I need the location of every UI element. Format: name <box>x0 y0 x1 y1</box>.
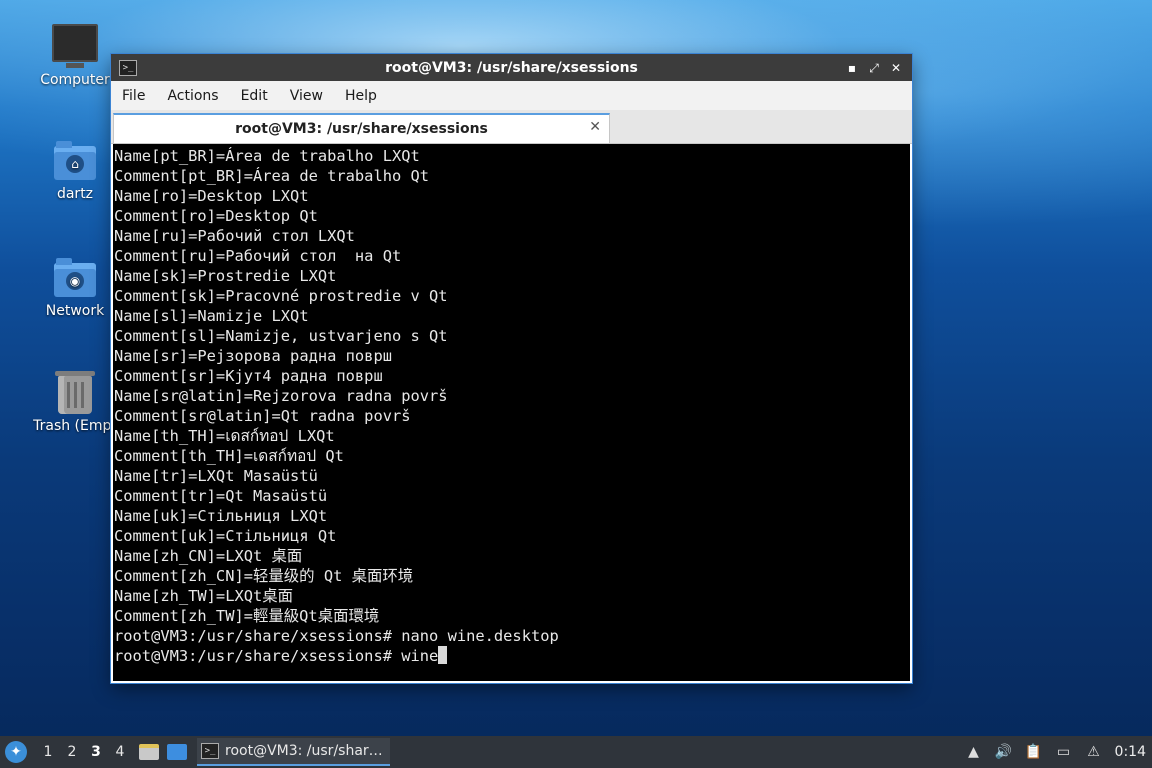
taskbar-task-terminal[interactable]: >_ root@VM3: /usr/shar… <box>197 738 390 766</box>
terminal-line: Name[pt_BR]=Área de trabalho LXQt <box>114 147 420 165</box>
desktop-icon-label: Computer <box>40 72 110 88</box>
menu-actions[interactable]: Actions <box>156 88 229 104</box>
terminal-line: root@VM3:/usr/share/xsessions# nano wine… <box>114 627 559 645</box>
window-title: root@VM3: /usr/share/xsessions <box>385 59 638 76</box>
window-titlebar[interactable]: >_ root@VM3: /usr/share/xsessions ▪ ⤢ ✕ <box>111 54 912 81</box>
menu-file[interactable]: File <box>111 88 156 104</box>
terminal-line: Name[sl]=Namizje LXQt <box>114 307 309 325</box>
workspace-4[interactable]: 4 <box>109 744 131 760</box>
taskbar: ✦ 1 2 3 4 >_ root@VM3: /usr/shar… ▲ 🔊 📋 … <box>0 736 1152 768</box>
menubar: File Actions Edit View Help <box>111 81 912 110</box>
terminal-output[interactable]: Name[pt_BR]=Área de trabalho LXQt Comment… <box>113 144 910 681</box>
task-label: root@VM3: /usr/shar… <box>225 743 383 759</box>
network-icon[interactable]: ▭ <box>1055 743 1073 761</box>
terminal-line: Name[tr]=LXQt Masaüstü <box>114 467 318 485</box>
minimize-button[interactable]: ▪ <box>844 60 860 76</box>
terminal-line: Comment[sr]=Кјут4 радна површ <box>114 367 383 385</box>
desktop-icon-label: Trash (Empt <box>33 418 117 434</box>
tab-close-icon[interactable]: ✕ <box>589 119 601 135</box>
terminal-line: Comment[th_TH]=เดสก์ทอป Qt <box>114 447 344 465</box>
terminal-line: Comment[zh_CN]=轻量级的 Qt 桌面环境 <box>114 567 414 585</box>
computer-icon <box>52 24 98 68</box>
menu-help[interactable]: Help <box>334 88 388 104</box>
tab-label: root@VM3: /usr/share/xsessions <box>235 121 488 137</box>
tab-terminal[interactable]: root@VM3: /usr/share/xsessions ✕ <box>113 113 610 143</box>
show-desktop-icon[interactable] <box>167 744 187 760</box>
terminal-line: Comment[sk]=Pracovné prostredie v Qt <box>114 287 448 305</box>
clock: 0:14 <box>1114 744 1146 760</box>
terminal-line: Comment[ru]=Рабочий стол на Qt <box>114 247 402 265</box>
terminal-line: Comment[tr]=Qt Masaüstü <box>114 487 328 505</box>
terminal-line: Comment[sl]=Namizje, ustvarjeno s Qt <box>114 327 448 345</box>
terminal-line: Comment[sr@latin]=Qt radna površ <box>114 407 411 425</box>
file-manager-icon[interactable] <box>139 744 159 760</box>
menu-view[interactable]: View <box>279 88 334 104</box>
network-folder-icon: ◉ <box>54 258 96 297</box>
terminal-line: Name[uk]=Стільниця LXQt <box>114 507 328 525</box>
close-button[interactable]: ✕ <box>888 60 904 76</box>
terminal-line: Name[sr@latin]=Rejzorova radna površ <box>114 387 448 405</box>
terminal-line: Name[zh_CN]=LXQt 桌面 <box>114 547 303 565</box>
terminal-line: Name[zh_TW]=LXQt桌面 <box>114 587 294 605</box>
terminal-line: Name[sk]=Prostredie LXQt <box>114 267 337 285</box>
terminal-line: Comment[uk]=Стільниця Qt <box>114 527 337 545</box>
terminal-line: Comment[pt_BR]=Área de trabalho Qt <box>114 167 430 185</box>
desktop-icon-label: dartz <box>56 186 94 202</box>
workspace-2[interactable]: 2 <box>61 744 83 760</box>
text-cursor <box>438 646 448 664</box>
workspace-3[interactable]: 3 <box>85 744 107 760</box>
terminal-line: root@VM3:/usr/share/xsessions# wine <box>114 646 910 666</box>
menu-edit[interactable]: Edit <box>230 88 279 104</box>
system-tray: ▲ 🔊 📋 ▭ ⚠ 0:14 <box>965 736 1152 768</box>
tab-bar: root@VM3: /usr/share/xsessions ✕ <box>111 110 912 144</box>
terminal-window: >_ root@VM3: /usr/share/xsessions ▪ ⤢ ✕ … <box>111 54 912 683</box>
volume-icon[interactable]: 🔊 <box>995 743 1013 761</box>
maximize-button[interactable]: ⤢ <box>866 60 882 76</box>
notification-icon[interactable]: ⚠ <box>1085 743 1103 761</box>
desktop-icon-label: Network <box>45 303 105 319</box>
terminal-task-icon: >_ <box>201 743 219 759</box>
start-menu-icon[interactable]: ✦ <box>5 741 27 763</box>
trash-icon <box>55 371 95 414</box>
desktop-icon-home[interactable]: ⌂ dartz <box>27 141 123 202</box>
home-folder-icon: ⌂ <box>54 141 96 180</box>
workspace-1[interactable]: 1 <box>37 744 59 760</box>
terminal-line: Name[ro]=Desktop LXQt <box>114 187 309 205</box>
terminal-line: Comment[zh_TW]=輕量級Qt桌面環境 <box>114 607 380 625</box>
terminal-line: Name[sr]=Рејзорова радна површ <box>114 347 392 365</box>
desktop-icon-computer[interactable]: Computer <box>27 24 123 88</box>
desktop-icon-trash[interactable]: Trash (Empt <box>27 371 123 434</box>
terminal-line: Name[ru]=Рабочий стол LXQt <box>114 227 355 245</box>
clipboard-icon[interactable]: 📋 <box>1025 743 1043 761</box>
terminal-line: Comment[ro]=Desktop Qt <box>114 207 318 225</box>
desktop-icon-network[interactable]: ◉ Network <box>27 258 123 319</box>
updates-icon[interactable]: ▲ <box>965 743 983 761</box>
terminal-line: Name[th_TH]=เดสก์ทอป LXQt <box>114 427 335 445</box>
